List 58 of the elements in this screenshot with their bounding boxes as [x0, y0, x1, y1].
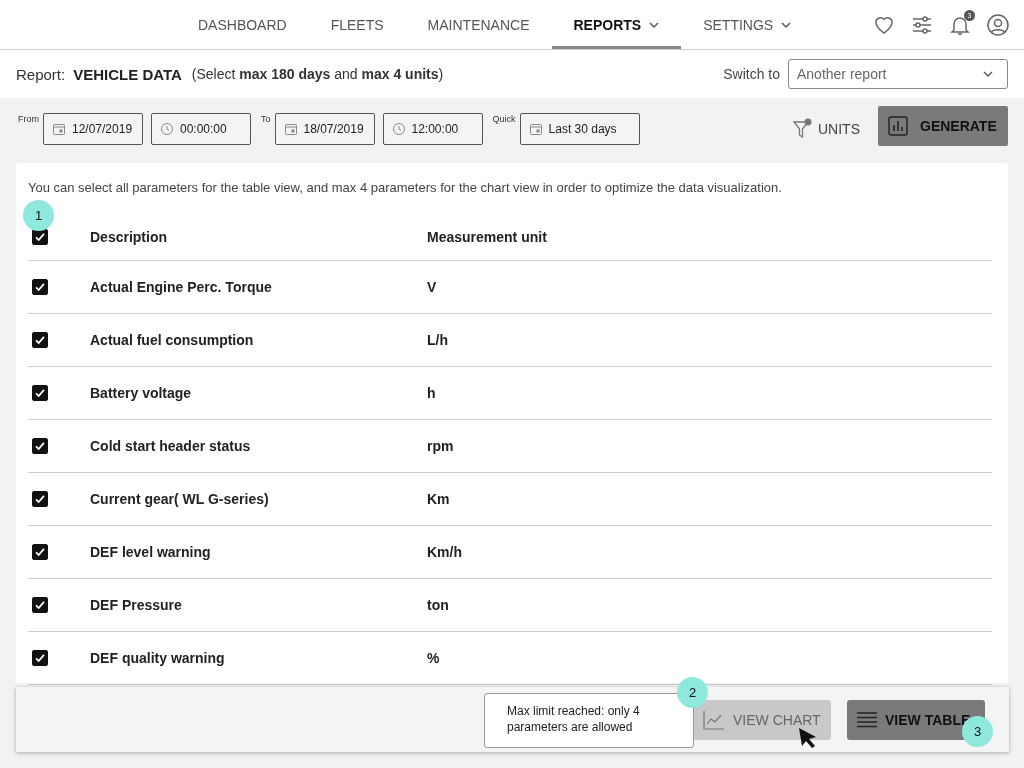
parameter-name: Cold start header status — [90, 438, 252, 454]
measurement-unit: rpm — [427, 438, 454, 454]
measurement-unit: V — [427, 279, 437, 295]
report-name: VEHICLE DATA — [73, 65, 182, 83]
column-header: Description — [90, 228, 168, 245]
measurement-unit: ton — [427, 597, 449, 613]
parameter-name: DEF quality warning — [90, 650, 226, 666]
generate-button[interactable]: GENERATE — [878, 106, 1008, 146]
parameter-name: DEF level warning — [90, 544, 212, 560]
clock-icon — [391, 122, 406, 136]
report-select[interactable]: Another report — [788, 59, 1008, 89]
row-checkbox[interactable] — [32, 597, 48, 613]
filter-icon — [792, 118, 814, 140]
row-checkbox[interactable] — [32, 650, 48, 666]
from-date-field[interactable]: 12/07/2019 — [43, 113, 143, 145]
nav-tab[interactable]: DASHBOARD — [176, 0, 309, 49]
measurement-unit: h — [427, 385, 436, 401]
nav-tab[interactable]: SETTINGS — [681, 0, 814, 49]
report-label: Report: — [16, 65, 66, 83]
line-chart-icon — [703, 709, 725, 730]
row-checkbox[interactable] — [32, 438, 48, 454]
to-label: To — [261, 114, 271, 124]
nav-tab[interactable]: FLEETS — [308, 0, 406, 49]
nav-tab[interactable]: MAINTENANCE — [405, 0, 552, 49]
parameter-name: Actual Engine Perc. Torque — [90, 279, 273, 295]
column-header: Measurement unit — [427, 228, 547, 245]
to-date-field[interactable]: 18/07/2019 — [274, 113, 375, 145]
calendar-icon — [528, 122, 543, 136]
row-checkbox[interactable] — [32, 332, 48, 348]
quick-label: Quick — [492, 114, 516, 124]
row-checkbox[interactable] — [32, 491, 48, 507]
report-hint: (Select max 180 days and max 4 units) — [191, 66, 444, 82]
measurement-unit: Km/h — [427, 544, 462, 560]
row-checkbox[interactable] — [32, 385, 48, 401]
list-icon — [857, 711, 877, 728]
intro-text: You can select all parameters for the table view, and max 4 parameters for the chart view in order to optimize the data visualization. — [28, 179, 783, 197]
mouse-pointer-icon — [798, 727, 818, 749]
row-checkbox[interactable] — [32, 544, 48, 560]
parameter-name: Current gear( WL G-series) — [90, 491, 270, 507]
bar-chart-icon — [888, 116, 908, 136]
from-label: From — [18, 114, 39, 124]
to-time-field[interactable]: 12:00:00 — [382, 113, 483, 145]
calendar-icon — [283, 122, 298, 136]
measurement-unit: Km — [427, 491, 450, 507]
units-button[interactable]: UNITS — [792, 118, 860, 140]
quick-range-field[interactable]: Last 30 days — [519, 113, 640, 145]
chevron-down-icon — [983, 71, 993, 77]
parameter-name: DEF Pressure — [90, 597, 183, 613]
parameter-name: Actual fuel consumption — [90, 332, 255, 348]
calendar-icon — [52, 122, 66, 136]
user-avatar-icon[interactable] — [986, 12, 1010, 37]
clock-icon — [160, 122, 174, 136]
measurement-unit: % — [427, 650, 440, 666]
row-checkbox[interactable] — [32, 279, 48, 295]
measurement-unit: L/h — [427, 332, 448, 348]
from-time-field[interactable]: 00:00:00 — [151, 113, 251, 145]
parameter-name: Battery voltage — [90, 385, 193, 401]
switch-label: Switch to — [723, 66, 780, 82]
